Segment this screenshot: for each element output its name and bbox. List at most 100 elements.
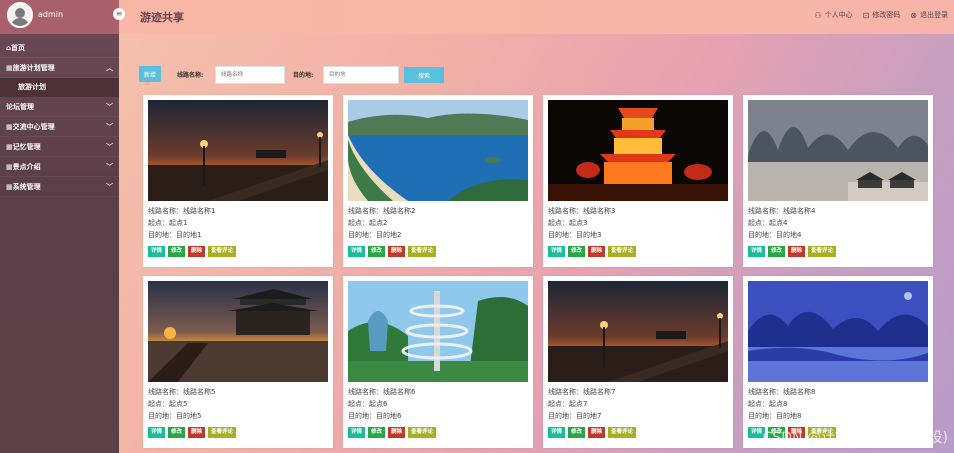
header-links: ⚇ 个人中心 ⊡ 修改密码 ⊗ 退出登录	[814, 10, 948, 20]
sidebar: admin ⌂首页 ▦旅游计划管理 ︿ 旅游计划 论坛管理 ﹀ ▦交流中心管理 …	[0, 0, 119, 453]
view-reviews-button[interactable]: 查看评论	[408, 246, 437, 257]
start-point: 起点：起点4	[748, 219, 788, 227]
route-card[interactable]: 线路名称：线路名称4 起点：起点4 目的地：目的地4 详情 修改 删除 查看评论	[743, 95, 933, 267]
view-reviews-button[interactable]: 查看评论	[208, 427, 237, 438]
destination: 目的地：目的地6	[348, 412, 402, 420]
user-icon: ⚇	[814, 10, 822, 20]
delete-button[interactable]: 删除	[388, 246, 406, 257]
grid-icon: ▦	[6, 64, 13, 72]
route-name: 线路名称：线路名称3	[548, 207, 616, 215]
view-reviews-button[interactable]: 查看评论	[608, 246, 637, 257]
destination: 目的地：目的地5	[148, 412, 202, 420]
delete-button[interactable]: 删除	[788, 246, 806, 257]
top-header: 游迹共享 ⚇ 个人中心 ⊡ 修改密码 ⊗ 退出登录	[119, 0, 954, 34]
card-image[interactable]	[348, 100, 528, 201]
route-card[interactable]: 线路名称：线路名称6 起点：起点6 目的地：目的地6 详情 修改 删除 查看评论	[343, 276, 533, 448]
card-image[interactable]	[748, 100, 928, 201]
start-point: 起点：起点2	[348, 219, 388, 227]
edit-button[interactable]: 修改	[568, 246, 586, 257]
view-reviews-button[interactable]: 查看评论	[208, 246, 237, 257]
sidebar-user-panel: admin	[0, 0, 119, 34]
card-image[interactable]	[348, 281, 528, 382]
route-name-input[interactable]	[215, 66, 285, 84]
sidebar-subitem-travel-plan[interactable]: 旅游计划	[0, 78, 119, 97]
sidebar-item-attractions[interactable]: ▦景点介绍 ﹀	[0, 157, 119, 177]
card-info: 线路名称：线路名称5 起点：起点5 目的地：目的地5	[148, 386, 215, 422]
edit-button[interactable]: 修改	[168, 427, 186, 438]
card-actions: 详情 修改 删除 查看评论	[348, 427, 437, 438]
card-info: 线路名称：线路名称1 起点：起点1 目的地：目的地1	[148, 205, 215, 241]
logout-link[interactable]: ⊗ 退出登录	[910, 10, 948, 20]
sidebar-item-memory-mgmt[interactable]: ▦记忆管理 ﹀	[0, 137, 119, 157]
sidebar-item-exchange-mgmt[interactable]: ▦交流中心管理 ﹀	[0, 117, 119, 137]
card-image[interactable]	[548, 100, 728, 201]
grid-icon: ▦	[6, 123, 13, 131]
detail-button[interactable]: 详情	[148, 427, 166, 438]
route-card[interactable]: 线路名称：线路名称7 起点：起点7 目的地：目的地7 详情 修改 删除 查看评论	[543, 276, 733, 448]
route-name: 线路名称：线路名称5	[148, 388, 216, 396]
detail-button[interactable]: 详情	[548, 427, 566, 438]
view-reviews-button[interactable]: 查看评论	[408, 427, 437, 438]
destination-input[interactable]	[323, 66, 399, 84]
sidebar-item-system-mgmt[interactable]: ▦系统管理 ﹀	[0, 177, 119, 197]
chevron-down-icon: ﹀	[106, 123, 113, 131]
start-point: 起点：起点1	[148, 219, 188, 227]
sidebar-item-forum-mgmt[interactable]: 论坛管理 ﹀	[0, 97, 119, 117]
edit-button[interactable]: 修改	[368, 427, 386, 438]
route-card[interactable]: 线路名称：线路名称2 起点：起点2 目的地：目的地2 详情 修改 删除 查看评论	[343, 95, 533, 267]
route-card[interactable]: 线路名称：线路名称3 起点：起点3 目的地：目的地3 详情 修改 删除 查看评论	[543, 95, 733, 267]
grid-icon: ▦	[6, 143, 13, 151]
sidebar-item-home[interactable]: ⌂首页	[0, 38, 119, 58]
start-point: 起点：起点6	[348, 400, 388, 408]
sidebar-item-travel-plan-mgmt[interactable]: ▦旅游计划管理 ︿	[0, 58, 119, 78]
change-password-link[interactable]: ⊡ 修改密码	[863, 10, 901, 20]
delete-button[interactable]: 删除	[188, 427, 206, 438]
view-reviews-button[interactable]: 查看评论	[808, 246, 837, 257]
destination: 目的地：目的地1	[148, 231, 202, 239]
delete-button[interactable]: 删除	[588, 246, 606, 257]
route-name-label: 线路名称:	[177, 72, 204, 79]
detail-button[interactable]: 详情	[348, 427, 366, 438]
delete-button[interactable]: 删除	[388, 427, 406, 438]
delete-button[interactable]: 删除	[188, 246, 206, 257]
lock-icon: ⊡	[862, 10, 870, 20]
chevron-down-icon: ﹀	[106, 183, 113, 191]
card-info: 线路名称：线路名称2 起点：起点2 目的地：目的地2	[348, 205, 415, 241]
card-actions: 详情 修改 删除 查看评论	[148, 427, 237, 438]
edit-button[interactable]: 修改	[168, 246, 186, 257]
edit-button[interactable]: 修改	[568, 427, 586, 438]
card-actions: 详情 修改 删除 查看评论	[348, 246, 437, 257]
destination: 目的地：目的地3	[548, 231, 602, 239]
detail-button[interactable]: 详情	[748, 246, 766, 257]
profile-link[interactable]: ⚇ 个人中心	[814, 10, 852, 20]
destination: 目的地：目的地2	[348, 231, 402, 239]
card-actions: 详情 修改 删除 查看评论	[548, 246, 637, 257]
route-card[interactable]: 线路名称：线路名称5 起点：起点5 目的地：目的地5 详情 修改 删除 查看评论	[143, 276, 333, 448]
sidebar-menu: ⌂首页 ▦旅游计划管理 ︿ 旅游计划 论坛管理 ﹀ ▦交流中心管理 ﹀ ▦记忆管…	[0, 38, 119, 197]
search-toolbar: 新增 ☝ 线路名称: 目的地: 搜索	[139, 66, 459, 87]
card-image[interactable]	[748, 281, 928, 382]
avatar[interactable]	[7, 2, 33, 28]
search-button[interactable]: 搜索	[404, 67, 444, 83]
detail-button[interactable]: 详情	[148, 246, 166, 257]
delete-button[interactable]: 删除	[588, 427, 606, 438]
card-image[interactable]	[548, 281, 728, 382]
route-card[interactable]: 线路名称：线路名称8 起点：起点8 目的地：目的地8 详情 修改 删除 查看评论	[743, 276, 933, 448]
edit-button[interactable]: 修改	[368, 246, 386, 257]
edit-button[interactable]: 修改	[768, 246, 786, 257]
card-image[interactable]	[148, 281, 328, 382]
card-info: 线路名称：线路名称6 起点：起点6 目的地：目的地6	[348, 386, 415, 422]
card-image[interactable]	[148, 100, 328, 201]
chevron-up-icon: ︿	[106, 64, 113, 72]
route-card[interactable]: 线路名称：线路名称1 起点：起点1 目的地：目的地1 详情 修改 删除 查看评论	[143, 95, 333, 267]
card-info: 线路名称：线路名称4 起点：起点4 目的地：目的地4	[748, 205, 815, 241]
destination-label: 目的地:	[293, 72, 314, 79]
route-name: 线路名称：线路名称8	[748, 388, 816, 396]
start-point: 起点：起点7	[548, 400, 588, 408]
detail-button[interactable]: 详情	[548, 246, 566, 257]
menu-toggle-icon[interactable]: ≡	[113, 8, 125, 20]
chevron-down-icon: ﹀	[106, 103, 113, 111]
route-name: 线路名称：线路名称4	[748, 207, 816, 215]
detail-button[interactable]: 详情	[348, 246, 366, 257]
view-reviews-button[interactable]: 查看评论	[608, 427, 637, 438]
